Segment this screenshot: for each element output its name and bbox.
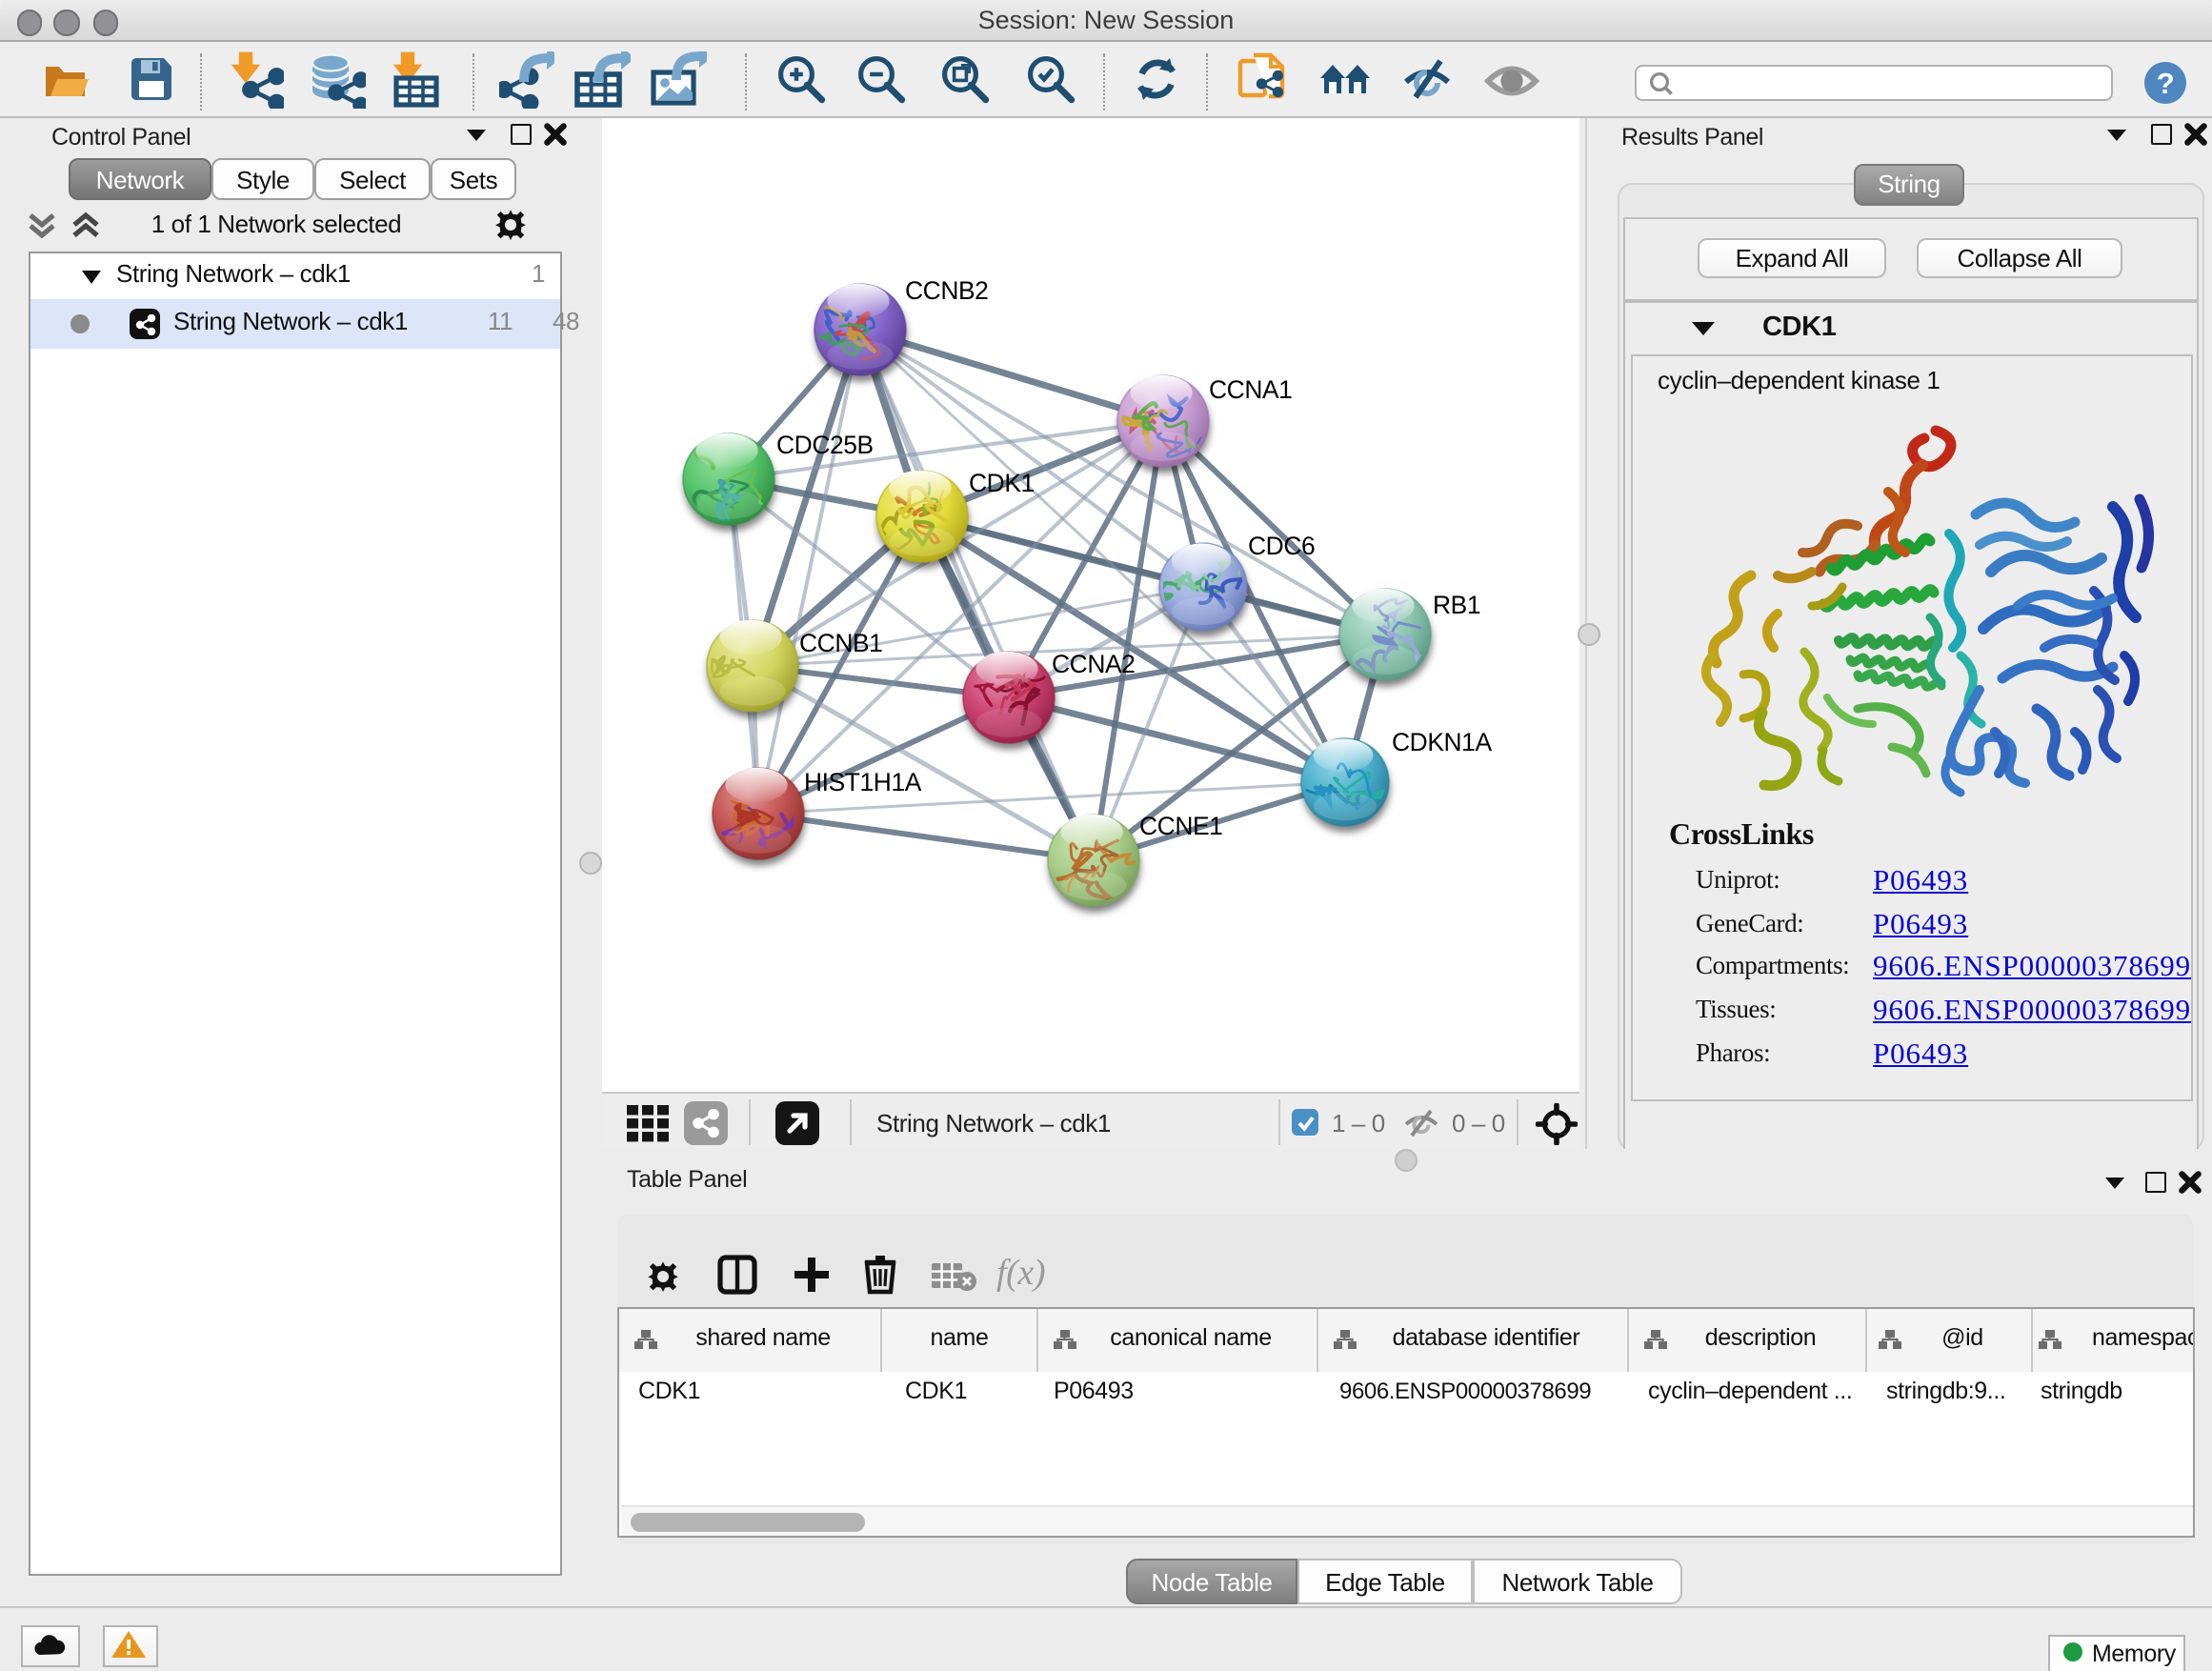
svg-text:CCNB1: CCNB1	[799, 629, 882, 657]
svg-text:CDKN1A: CDKN1A	[1392, 728, 1492, 756]
svg-text:CCNA1: CCNA1	[1209, 375, 1292, 404]
svg-text:CCNE1: CCNE1	[1139, 812, 1222, 840]
svg-text:CDC25B: CDC25B	[776, 431, 874, 459]
svg-text:CCNA2: CCNA2	[1052, 650, 1135, 678]
svg-text:HIST1H1A: HIST1H1A	[804, 768, 922, 796]
svg-text:RB1: RB1	[1433, 591, 1480, 619]
svg-text:CCNB2: CCNB2	[905, 276, 988, 305]
svg-text:?: ?	[2157, 67, 2175, 100]
svg-text:CDK1: CDK1	[969, 469, 1035, 497]
svg-text:CDC6: CDC6	[1248, 532, 1315, 560]
